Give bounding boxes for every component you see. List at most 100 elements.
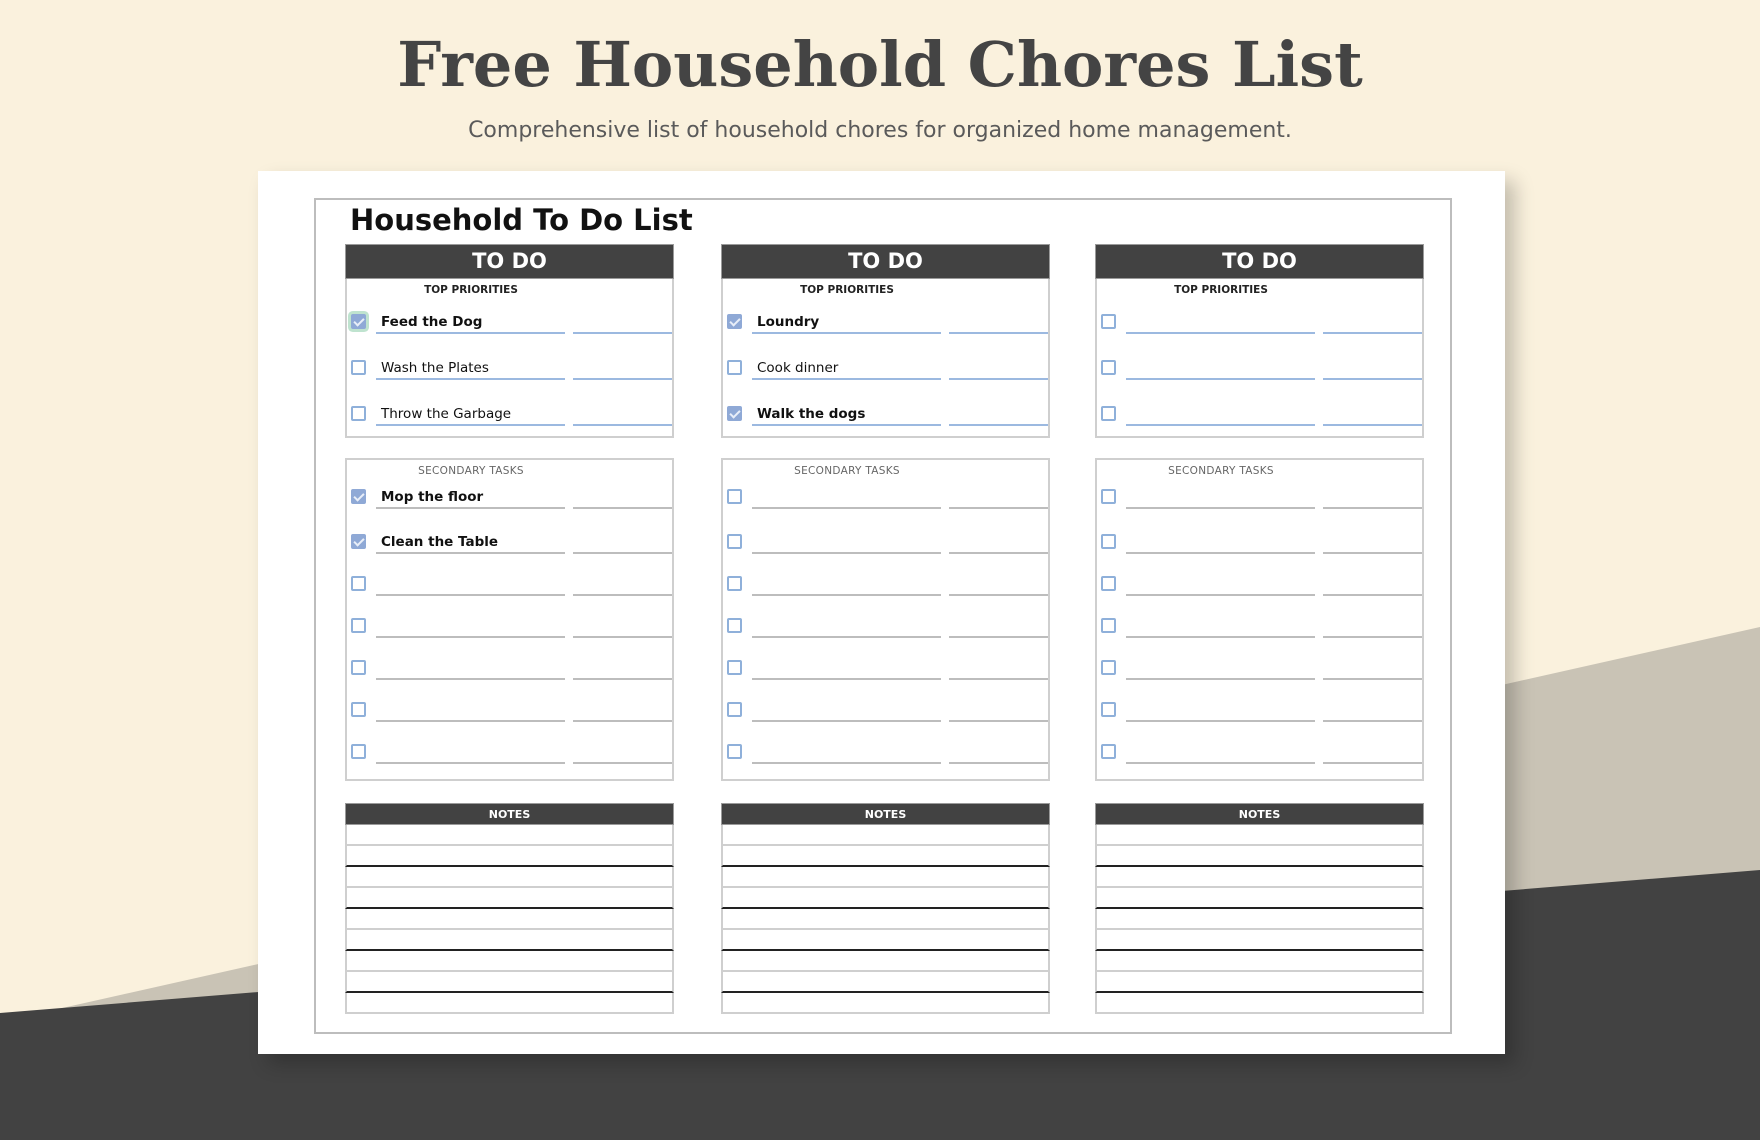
checkbox-unchecked[interactable] bbox=[351, 618, 366, 633]
checkbox-unchecked[interactable] bbox=[1101, 534, 1116, 549]
checkbox-unchecked[interactable] bbox=[1101, 314, 1116, 329]
checkbox-checked[interactable] bbox=[351, 489, 366, 504]
notes-line[interactable] bbox=[345, 867, 674, 888]
notes-section: NOTES bbox=[721, 803, 1050, 1014]
task-extra-field[interactable] bbox=[573, 378, 672, 380]
task-text-field[interactable]: Mop the floor bbox=[381, 489, 483, 505]
notes-line[interactable] bbox=[721, 930, 1050, 951]
task-extra-field[interactable] bbox=[1323, 507, 1422, 509]
notes-line[interactable] bbox=[345, 951, 674, 972]
notes-line[interactable] bbox=[345, 930, 674, 951]
task-extra-field[interactable] bbox=[573, 720, 672, 722]
checkbox-unchecked[interactable] bbox=[1101, 744, 1116, 759]
notes-line[interactable] bbox=[721, 993, 1050, 1014]
notes-line[interactable] bbox=[1095, 993, 1424, 1014]
task-extra-field[interactable] bbox=[1323, 424, 1422, 426]
checkbox-unchecked[interactable] bbox=[727, 744, 742, 759]
checkbox-unchecked[interactable] bbox=[1101, 702, 1116, 717]
task-extra-field[interactable] bbox=[573, 507, 672, 509]
task-extra-field[interactable] bbox=[573, 424, 672, 426]
task-extra-field[interactable] bbox=[573, 594, 672, 596]
task-text-field[interactable]: Clean the Table bbox=[381, 534, 498, 550]
notes-line[interactable] bbox=[721, 951, 1050, 972]
notes-line[interactable] bbox=[1095, 951, 1424, 972]
task-extra-field[interactable] bbox=[949, 762, 1048, 764]
notes-line[interactable] bbox=[1095, 909, 1424, 930]
checkbox-unchecked[interactable] bbox=[1101, 576, 1116, 591]
top-priorities-section: TOP PRIORITIES bbox=[1095, 279, 1424, 438]
checkbox-unchecked[interactable] bbox=[727, 534, 742, 549]
task-extra-field[interactable] bbox=[1323, 720, 1422, 722]
checkbox-unchecked[interactable] bbox=[1101, 660, 1116, 675]
checkbox-unchecked[interactable] bbox=[1101, 489, 1116, 504]
task-text-field[interactable]: Wash the Plates bbox=[381, 360, 489, 376]
notes-line[interactable] bbox=[345, 972, 674, 993]
task-extra-field[interactable] bbox=[1323, 378, 1422, 380]
notes-line[interactable] bbox=[1095, 972, 1424, 993]
task-underline bbox=[376, 332, 565, 334]
notes-line[interactable] bbox=[1095, 930, 1424, 951]
checkbox-unchecked[interactable] bbox=[351, 702, 366, 717]
checkbox-unchecked[interactable] bbox=[351, 406, 366, 421]
task-extra-field[interactable] bbox=[573, 636, 672, 638]
notes-line[interactable] bbox=[721, 867, 1050, 888]
notes-line[interactable] bbox=[345, 888, 674, 909]
notes-line[interactable] bbox=[345, 909, 674, 930]
checkbox-checked[interactable] bbox=[727, 314, 742, 329]
checkbox-checked[interactable] bbox=[351, 314, 366, 329]
task-text-field[interactable]: Walk the dogs bbox=[757, 406, 865, 422]
task-underline bbox=[1126, 378, 1315, 380]
task-extra-field[interactable] bbox=[1323, 636, 1422, 638]
notes-line[interactable] bbox=[721, 846, 1050, 867]
checkbox-unchecked[interactable] bbox=[1101, 618, 1116, 633]
task-underline bbox=[752, 332, 941, 334]
notes-line[interactable] bbox=[345, 993, 674, 1014]
checkbox-unchecked[interactable] bbox=[727, 576, 742, 591]
task-extra-field[interactable] bbox=[949, 594, 1048, 596]
task-extra-field[interactable] bbox=[573, 678, 672, 680]
notes-line[interactable] bbox=[721, 888, 1050, 909]
task-extra-field[interactable] bbox=[949, 720, 1048, 722]
task-extra-field[interactable] bbox=[949, 552, 1048, 554]
checkbox-checked[interactable] bbox=[727, 406, 742, 421]
notes-line[interactable] bbox=[721, 972, 1050, 993]
checkbox-unchecked[interactable] bbox=[727, 360, 742, 375]
checkbox-unchecked[interactable] bbox=[727, 489, 742, 504]
notes-line[interactable] bbox=[1095, 825, 1424, 846]
task-extra-field[interactable] bbox=[949, 378, 1048, 380]
notes-line[interactable] bbox=[1095, 846, 1424, 867]
task-extra-field[interactable] bbox=[573, 762, 672, 764]
checkbox-unchecked[interactable] bbox=[727, 618, 742, 633]
checkbox-unchecked[interactable] bbox=[727, 660, 742, 675]
task-extra-field[interactable] bbox=[573, 332, 672, 334]
task-extra-field[interactable] bbox=[949, 507, 1048, 509]
checkbox-unchecked[interactable] bbox=[1101, 406, 1116, 421]
task-extra-field[interactable] bbox=[949, 332, 1048, 334]
task-extra-field[interactable] bbox=[1323, 552, 1422, 554]
task-text-field[interactable]: Feed the Dog bbox=[381, 314, 482, 330]
task-text-field[interactable]: Throw the Garbage bbox=[381, 406, 511, 422]
checkbox-unchecked[interactable] bbox=[1101, 360, 1116, 375]
checkbox-unchecked[interactable] bbox=[351, 360, 366, 375]
task-text-field[interactable]: Cook dinner bbox=[757, 360, 838, 376]
checkbox-unchecked[interactable] bbox=[351, 660, 366, 675]
notes-line[interactable] bbox=[721, 825, 1050, 846]
notes-line[interactable] bbox=[1095, 888, 1424, 909]
checkbox-checked[interactable] bbox=[351, 534, 366, 549]
task-extra-field[interactable] bbox=[949, 424, 1048, 426]
task-extra-field[interactable] bbox=[1323, 332, 1422, 334]
notes-line[interactable] bbox=[721, 909, 1050, 930]
notes-line[interactable] bbox=[345, 825, 674, 846]
task-text-field[interactable]: Loundry bbox=[757, 314, 819, 330]
task-extra-field[interactable] bbox=[949, 636, 1048, 638]
checkbox-unchecked[interactable] bbox=[727, 702, 742, 717]
checkbox-unchecked[interactable] bbox=[351, 576, 366, 591]
task-extra-field[interactable] bbox=[949, 678, 1048, 680]
checkbox-unchecked[interactable] bbox=[351, 744, 366, 759]
notes-line[interactable] bbox=[1095, 867, 1424, 888]
task-extra-field[interactable] bbox=[573, 552, 672, 554]
task-extra-field[interactable] bbox=[1323, 678, 1422, 680]
notes-line[interactable] bbox=[345, 846, 674, 867]
task-extra-field[interactable] bbox=[1323, 762, 1422, 764]
task-extra-field[interactable] bbox=[1323, 594, 1422, 596]
